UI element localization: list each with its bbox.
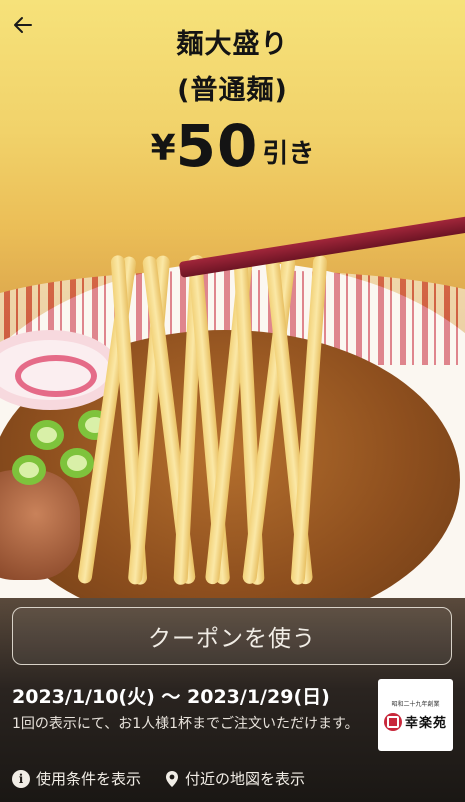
footer-links: i 使用条件を表示 付近の地図を表示 (12, 768, 305, 789)
map-link-label: 付近の地図を表示 (185, 770, 306, 788)
scallion (60, 448, 94, 478)
use-coupon-button[interactable]: クーポンを使う (12, 607, 452, 665)
scallion (30, 420, 64, 450)
discount-suffix: 引き (262, 139, 315, 169)
location-pin-icon (165, 770, 179, 788)
chashu-pork (0, 470, 80, 580)
coupon-subtitle: (普通麺) (177, 75, 288, 106)
terms-link-label: 使用条件を表示 (36, 770, 142, 788)
logo-tagline: 昭和二十九年創業 (391, 701, 440, 708)
currency-symbol: ¥ (150, 128, 176, 169)
discount-price: ¥50 引き (0, 112, 465, 180)
scallion (12, 455, 46, 485)
map-link[interactable]: 付近の地図を表示 (165, 768, 305, 789)
logo-mark-icon (383, 712, 402, 731)
terms-link[interactable]: i 使用条件を表示 (12, 768, 141, 789)
info-icon: i (12, 769, 30, 788)
discount-amount: 50 (175, 112, 259, 180)
usage-note: 1回の表示にて、お1人様1杯までご注文いただけます。 (12, 716, 359, 732)
logo-name: 幸楽苑 (404, 716, 447, 731)
coupon-title: 麺大盛り (176, 29, 289, 60)
brand-logo: 昭和二十九年創業 幸楽苑 (378, 679, 453, 751)
validity-period: 2023/1/10(火) 〜 2023/1/29(日) (12, 686, 330, 708)
noodles (77, 254, 330, 586)
coupon-panel: クーポンを使う 2023/1/10(火) 〜 2023/1/29(日) 1回の表… (0, 598, 465, 802)
